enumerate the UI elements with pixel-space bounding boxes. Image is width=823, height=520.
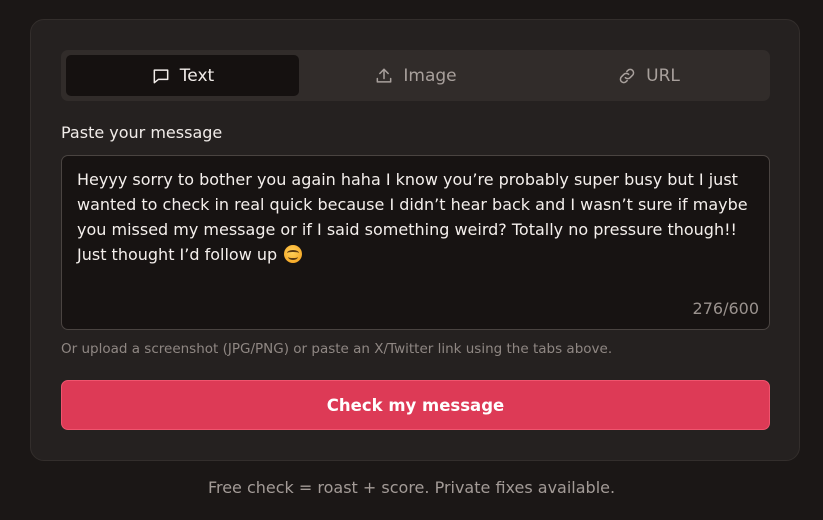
upload-hint: Or upload a screenshot (JPG/PNG) or past… [61, 341, 613, 357]
message-textarea[interactable]: Heyyy sorry to bother you again haha I k… [61, 155, 770, 330]
character-counter: 276/600 [692, 299, 759, 318]
tab-text-label: Text [179, 65, 215, 86]
check-message-button[interactable]: Check my message [61, 380, 770, 430]
footer-note: Free check = roast + score. Private fixe… [207, 478, 616, 497]
message-field-label: Paste your message [61, 123, 223, 142]
tab-url[interactable]: URL [532, 55, 765, 96]
message-text: Heyyy sorry to bother you again haha I k… [77, 167, 757, 267]
upload-icon [376, 68, 392, 83]
tab-text[interactable]: Text [66, 55, 299, 96]
link-icon [619, 68, 635, 83]
tab-image-label: Image [403, 65, 457, 86]
message-checker-card: Text Image URL Paste your message Heyyy … [30, 19, 800, 461]
message-value: Heyyy sorry to bother you again haha I k… [77, 170, 748, 264]
smiling-face-emoji-icon [284, 245, 303, 263]
tab-url-label: URL [646, 65, 680, 86]
input-mode-tabs: Text Image URL [61, 50, 770, 101]
tab-image[interactable]: Image [299, 55, 532, 96]
message-square-icon [153, 68, 169, 83]
